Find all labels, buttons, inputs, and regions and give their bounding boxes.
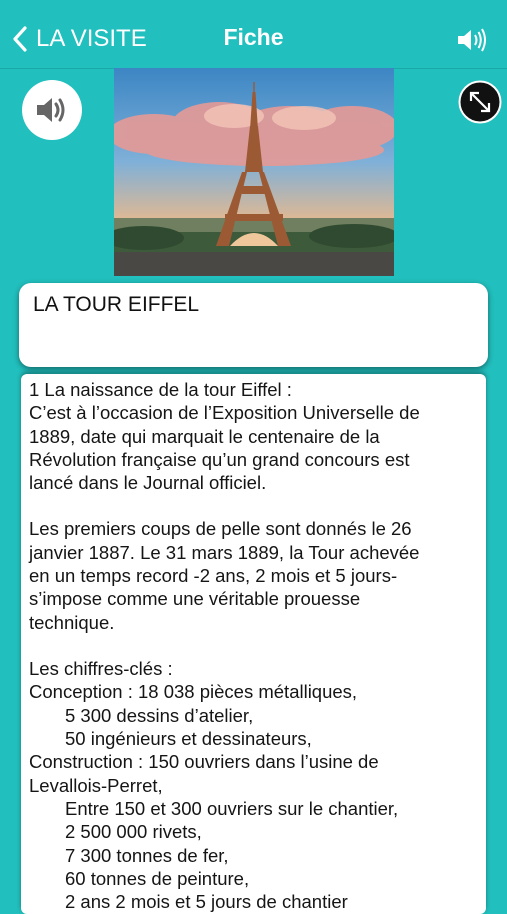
description-line: Les premiers coups de pelle sont donnés … — [29, 518, 412, 539]
description-line: 1 La naissance de la tour Eiffel : — [29, 379, 292, 400]
description-line: janvier 1887. Le 31 mars 1889, la Tour a… — [29, 542, 420, 563]
description-line: 1889, date qui marquait le centenaire de… — [29, 426, 380, 447]
eiffel-tower-photo — [114, 68, 394, 276]
description-line: 2 ans 2 mois et 5 jours de chantier — [65, 891, 348, 912]
description-line: Construction : 150 ouvriers dans l’usine… — [29, 751, 379, 772]
description-line: en un temps record -2 ans, 2 mois et 5 j… — [29, 565, 398, 586]
speaker-icon[interactable] — [456, 27, 488, 58]
expand-button[interactable] — [458, 80, 502, 124]
description-line: 7 300 tonnes de fer, — [65, 845, 229, 866]
audio-play-button[interactable] — [22, 80, 82, 140]
description-line: 2 500 000 rivets, — [65, 821, 202, 842]
description-line: s’impose comme une véritable prouesse — [29, 588, 361, 609]
top-navigation-bar: LA VISITE Fiche — [0, 0, 507, 69]
description-text-panel[interactable]: 1 La naissance de la tour Eiffel : C’est… — [21, 374, 486, 914]
description-line: Levallois-Perret, — [29, 775, 163, 796]
description-line: Conception : 18 038 pièces métalliques, — [29, 681, 358, 702]
expand-icon — [458, 80, 502, 124]
monument-title: LA TOUR EIFFEL — [33, 293, 200, 316]
description-line: Révolution française qu’un grand concour… — [29, 449, 410, 470]
description-line: lancé dans le Journal officiel. — [29, 472, 267, 493]
description-line: C’est à l’occasion de l’Exposition Unive… — [29, 402, 420, 423]
description-line: 50 ingénieurs et dessinateurs, — [65, 728, 312, 749]
description-line: Les chiffres-clés : — [29, 658, 173, 679]
description-line: Entre 150 et 300 ouvriers sur le chantie… — [65, 798, 399, 819]
description-line: 5 300 dessins d’atelier, — [65, 705, 254, 726]
description-line: 60 tonnes de peinture, — [65, 868, 250, 889]
description-line: technique. — [29, 612, 115, 633]
page-title: Fiche — [223, 24, 284, 50]
speaker-icon — [37, 98, 65, 122]
monument-title-card: LA TOUR EIFFEL — [19, 283, 488, 367]
